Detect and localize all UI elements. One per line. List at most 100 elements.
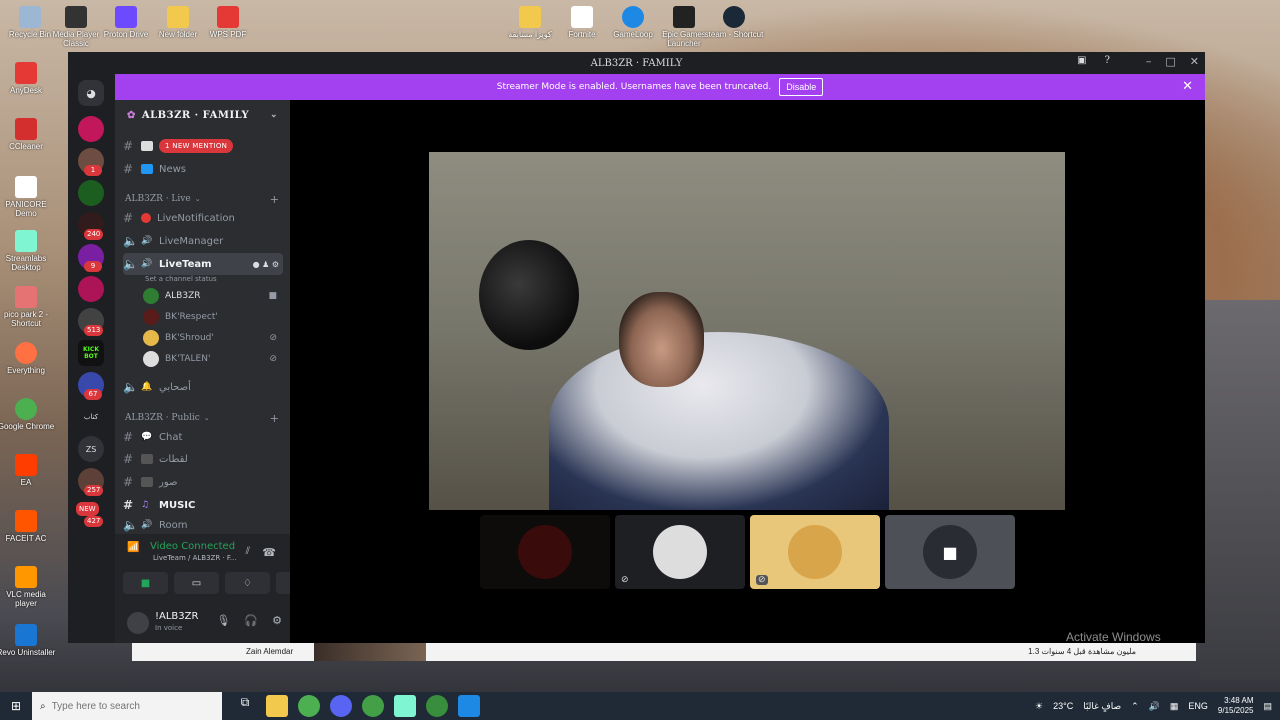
- notifications-icon[interactable]: ▤: [1263, 701, 1272, 712]
- avatar: [143, 351, 159, 367]
- participant-tile[interactable]: [480, 515, 610, 589]
- add-channel-icon[interactable]: +: [270, 193, 279, 206]
- app-window-icon[interactable]: [458, 695, 480, 717]
- desktop-icon-anydesk[interactable]: AnyDesk: [0, 62, 56, 95]
- chrome-icon[interactable]: [426, 695, 448, 717]
- activities-button[interactable]: ♢: [225, 572, 270, 594]
- desktop-icon-chrome[interactable]: Google Chrome: [0, 398, 56, 431]
- add-channel-icon[interactable]: +: [270, 412, 279, 425]
- banner-close-icon[interactable]: ✕: [1182, 79, 1193, 94]
- channel-room[interactable]: 🔈 🔊 Room: [123, 517, 283, 533]
- desktop-icon-everything[interactable]: Everything: [0, 342, 56, 375]
- folder-icon: [519, 6, 541, 28]
- maximize-icon[interactable]: □: [1165, 55, 1175, 68]
- channel-actions-icons[interactable]: ● ♟ ⚙: [253, 260, 279, 269]
- desktop-icon-faceit[interactable]: FACEIT AC: [0, 510, 56, 543]
- noise-suppression-icon[interactable]: ⫽: [246, 546, 250, 557]
- channel-friends[interactable]: 🔈 🔔 أصحابي: [123, 377, 283, 397]
- desktop-icon-ccleaner[interactable]: CCleaner: [0, 118, 56, 151]
- channel-news[interactable]: # News: [123, 159, 283, 179]
- streamlabs-icon: [15, 230, 37, 252]
- windows-start-icon[interactable]: ⊞: [0, 692, 32, 720]
- microphone-icon[interactable]: 🎙: [216, 614, 230, 627]
- participant-tile[interactable]: ⊘: [750, 515, 880, 589]
- chevron-down-icon[interactable]: ⌄: [270, 110, 278, 120]
- participant-tile[interactable]: ■: [885, 515, 1015, 589]
- kick-bot-server[interactable]: KICK BOT: [78, 340, 104, 366]
- voice-user[interactable]: ALB3ZR ■: [143, 287, 283, 305]
- desktop-icon-vlc[interactable]: VLC media player: [0, 566, 56, 608]
- chrome-icon[interactable]: [298, 695, 320, 717]
- channel-live-manager[interactable]: 🔈 🔊 LiveManager: [123, 231, 283, 251]
- search-input[interactable]: [51, 700, 172, 712]
- channel-status-hint[interactable]: Set a channel status: [145, 275, 217, 283]
- disconnect-icon[interactable]: ☎: [262, 546, 276, 559]
- category-public[interactable]: ALB3ZR · Public ⌄ +: [125, 410, 285, 426]
- video-thumbnail[interactable]: [314, 643, 426, 661]
- main-video-feed[interactable]: [429, 152, 1065, 510]
- volume-icon[interactable]: 🔊: [1149, 701, 1160, 712]
- server-badge: 513: [84, 325, 104, 336]
- language-indicator[interactable]: ENG: [1188, 701, 1208, 711]
- voice-status-subtitle[interactable]: LiveTeam / ALB3ZR · F...: [153, 554, 236, 562]
- avatar[interactable]: [127, 612, 149, 634]
- voice-user[interactable]: BK'Shroud' ⊘: [143, 329, 283, 347]
- disable-streamer-mode-button[interactable]: Disable: [779, 78, 824, 96]
- server-icon[interactable]: [78, 180, 104, 206]
- channel-clips[interactable]: # لقطات: [123, 449, 283, 469]
- channel-photos[interactable]: # صور: [123, 472, 283, 492]
- camera-button[interactable]: ■: [123, 572, 168, 594]
- channel-sidebar: ✿ ALB3ZR · FAMILY ⌄ # 1 NEW MENTION # Ne…: [115, 100, 321, 643]
- desktop-icon-pico-park[interactable]: pico park 2 - Shortcut: [0, 286, 56, 328]
- desktop-icon-revo[interactable]: Revo Uninstaller: [0, 624, 56, 657]
- weather-temp[interactable]: 23°C: [1053, 701, 1073, 711]
- channel-live-notification[interactable]: # LiveNotification: [123, 208, 283, 228]
- desktop-icon-wps-pdf[interactable]: WPS PDF: [198, 6, 258, 39]
- desktop-wallpaper-road: [1200, 300, 1280, 680]
- network-icon[interactable]: ▦: [1170, 701, 1179, 712]
- task-view-icon[interactable]: ⧉: [234, 695, 256, 717]
- desktop-icon-ea[interactable]: EA: [0, 454, 56, 487]
- screen-share-button[interactable]: ▭: [174, 572, 219, 594]
- desktop-icon-steam[interactable]: steam - Shortcut: [704, 6, 764, 39]
- desktop-icon-panicore[interactable]: PANICORE Demo: [0, 176, 56, 218]
- settings-gear-icon[interactable]: ⚙: [272, 614, 282, 627]
- voice-user[interactable]: BK'Respect': [143, 308, 283, 326]
- help-icon[interactable]: ?: [1105, 55, 1110, 66]
- chevron-up-icon[interactable]: ⌃: [1131, 701, 1139, 712]
- weather-desc[interactable]: صافٍ غالبًا: [1083, 701, 1121, 712]
- chrome-icon[interactable]: [362, 695, 384, 717]
- server-icon[interactable]: [78, 276, 104, 302]
- channel-chat[interactable]: # 💬 Chat: [123, 427, 283, 447]
- channel-music[interactable]: # ♫ MUSIC: [123, 495, 283, 515]
- new-badge: NEW: [76, 502, 99, 516]
- ea-icon: [15, 454, 37, 476]
- discord-icon[interactable]: [330, 695, 352, 717]
- desktop-icon-streamlabs[interactable]: Streamlabs Desktop: [0, 230, 56, 272]
- zs-server[interactable]: ZS: [78, 436, 104, 462]
- desktop-icon-quiz[interactable]: كويزا مسابقة: [500, 6, 560, 39]
- channel-mention[interactable]: # 1 NEW MENTION: [123, 136, 283, 156]
- file-explorer-icon[interactable]: [266, 695, 288, 717]
- channel-name[interactable]: Zain Alemdar: [246, 647, 293, 656]
- server-header[interactable]: ✿ ALB3ZR · FAMILY ⌄: [115, 100, 290, 130]
- participant-tile[interactable]: ⊘: [615, 515, 745, 589]
- desktop-icon-proton-drive[interactable]: Proton Drive: [96, 6, 156, 39]
- close-icon[interactable]: ✕: [1190, 55, 1199, 68]
- username[interactable]: !ALB3ZR: [155, 611, 198, 622]
- minimize-icon[interactable]: –: [1146, 55, 1152, 68]
- clock[interactable]: 3:48 AM 9/15/2025: [1218, 696, 1254, 716]
- streamlabs-icon[interactable]: [394, 695, 416, 717]
- voice-user[interactable]: BK'TALEN' ⊘: [143, 350, 283, 368]
- epic-games-icon: [673, 6, 695, 28]
- kitab-server[interactable]: كتاب: [78, 404, 104, 430]
- taskbar: ⊞ ⌕ ⧉ ☀ 23°C صافٍ غالبًا ⌃ 🔊 ▦ ENG 3:48 …: [0, 692, 1280, 720]
- headphones-icon[interactable]: 🎧: [244, 614, 258, 627]
- taskbar-search[interactable]: ⌕: [32, 692, 222, 720]
- inbox-icon[interactable]: ▣: [1077, 55, 1086, 66]
- new-mention-pill[interactable]: 1 NEW MENTION: [159, 139, 234, 153]
- channel-live-team[interactable]: 🔈 🔊 LiveTeam ● ♟ ⚙: [123, 253, 283, 275]
- category-live[interactable]: ALB3ZR · Live ⌄ +: [125, 191, 285, 207]
- discord-home-icon[interactable]: ◕: [78, 80, 104, 106]
- server-icon[interactable]: [78, 116, 104, 142]
